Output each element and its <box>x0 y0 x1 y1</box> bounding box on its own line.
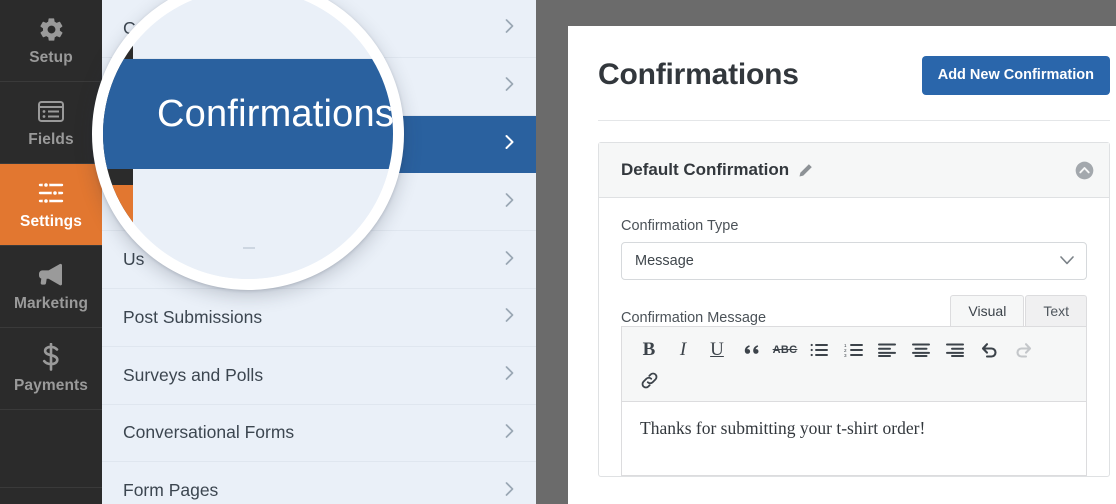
chevron-right-icon <box>505 422 514 443</box>
chevron-right-icon <box>505 480 514 501</box>
list-icon <box>37 96 65 126</box>
confirmations-panel: Confirmations Add New Confirmation Defau… <box>568 26 1116 504</box>
submenu-item-label: Post Submissions <box>123 306 263 327</box>
tab-visual[interactable]: Visual <box>950 295 1025 326</box>
page-title: Confirmations <box>598 58 799 91</box>
chevron-right-icon <box>505 307 514 328</box>
rail-item-label: Settings <box>20 213 82 230</box>
rail-item-fields[interactable]: Fields <box>0 82 102 164</box>
rail-item-label: Fields <box>28 131 74 148</box>
chevron-up-circle-icon[interactable] <box>1075 161 1094 180</box>
card-header-left: Default Confirmation <box>621 160 813 180</box>
sliders-icon <box>36 178 66 208</box>
editor-toolbar: B I U ABC 1 2 3 <box>621 326 1087 402</box>
default-confirmation-card: Default Confirmation Confirmation Type M… <box>598 142 1110 477</box>
rail-item-settings[interactable]: Settings <box>0 164 102 246</box>
bulleted-list-icon[interactable] <box>802 335 836 365</box>
card-header: Default Confirmation <box>599 143 1109 198</box>
megaphone-icon <box>36 260 66 290</box>
chevron-right-icon <box>505 249 514 270</box>
rail-item-setup[interactable]: Setup <box>0 0 102 82</box>
svg-text:3: 3 <box>844 353 847 357</box>
submenu-item-post-submissions[interactable]: Post Submissions <box>102 288 536 347</box>
editor-label-row: Confirmation Message Visual Text <box>621 295 1087 326</box>
submenu-item-form-pages[interactable]: Form Pages <box>102 462 536 504</box>
submenu-item-label: Conversational Forms <box>123 422 295 443</box>
card-body: Confirmation Type Message Confirmation M… <box>599 198 1109 476</box>
confirmation-type-label: Confirmation Type <box>621 218 739 234</box>
magnifier-overlay: Confirmations <box>92 0 404 290</box>
blockquote-icon[interactable] <box>734 335 768 365</box>
undo-icon[interactable] <box>972 335 1006 365</box>
chevron-right-icon <box>505 191 514 212</box>
tab-text[interactable]: Text <box>1025 295 1087 326</box>
magnified-row-below <box>103 169 393 279</box>
app-root: Setup Fields Settings Marketing Payments… <box>0 0 1116 504</box>
chevron-right-icon <box>505 18 514 39</box>
rail-item-label: Payments <box>13 377 89 394</box>
chevron-right-icon <box>505 76 514 97</box>
confirmation-message-label: Confirmation Message <box>621 310 767 326</box>
magnified-confirmations-row[interactable]: Confirmations <box>103 59 395 169</box>
rail-item-marketing[interactable]: Marketing <box>0 246 102 328</box>
rail-item-label: Setup <box>29 49 73 66</box>
link-icon[interactable] <box>632 365 666 395</box>
rail-item-label: Marketing <box>13 295 89 312</box>
add-new-confirmation-button[interactable]: Add New Confirmation <box>921 55 1110 95</box>
chevron-right-icon <box>505 133 514 154</box>
panel-header: Confirmations Add New Confirmation <box>598 48 1116 102</box>
chevron-down-icon <box>1060 253 1074 269</box>
confirmation-type-select[interactable]: Message <box>621 242 1087 280</box>
magnifier-content: Confirmations <box>103 0 395 279</box>
pencil-icon[interactable] <box>798 163 813 178</box>
editor-content-text: Thanks for submitting your t-shirt order… <box>640 418 926 438</box>
magnified-row-above <box>103 0 393 59</box>
dollar-icon <box>39 342 63 372</box>
redo-icon[interactable] <box>1006 335 1040 365</box>
align-center-icon[interactable] <box>904 335 938 365</box>
magnified-row-divider <box>243 247 255 249</box>
submenu-item-conversational-forms[interactable]: Conversational Forms <box>102 404 536 463</box>
submenu-item-label: Form Pages <box>123 480 219 501</box>
card-title: Default Confirmation <box>621 160 790 179</box>
rail-item-payments[interactable]: Payments <box>0 328 102 410</box>
confirmation-type-value: Message <box>635 253 694 269</box>
confirmation-message-textarea[interactable]: Thanks for submitting your t-shirt order… <box>621 402 1087 476</box>
confirmation-message-editor: Confirmation Message Visual Text B I U A… <box>621 295 1087 476</box>
submenu-item-surveys-and-polls[interactable]: Surveys and Polls <box>102 346 536 405</box>
bold-icon[interactable]: B <box>632 335 666 365</box>
numbered-list-icon[interactable]: 1 2 3 <box>836 335 870 365</box>
form-builder-rail: Setup Fields Settings Marketing Payments <box>0 0 102 504</box>
chevron-right-icon <box>505 365 514 386</box>
editor-mode-tabs: Visual Text <box>950 295 1087 326</box>
magnified-rail-active <box>103 185 133 263</box>
align-left-icon[interactable] <box>870 335 904 365</box>
align-right-icon[interactable] <box>938 335 972 365</box>
italic-icon[interactable]: I <box>666 335 700 365</box>
submenu-item-label: Surveys and Polls <box>123 364 264 385</box>
header-divider <box>598 120 1110 121</box>
magnified-confirmations-label: Confirmations <box>157 92 395 135</box>
rail-filler <box>0 410 102 488</box>
strikethrough-icon[interactable]: ABC <box>768 335 802 365</box>
page-gutter <box>536 0 568 504</box>
gear-icon <box>38 14 65 44</box>
underline-icon[interactable]: U <box>700 335 734 365</box>
